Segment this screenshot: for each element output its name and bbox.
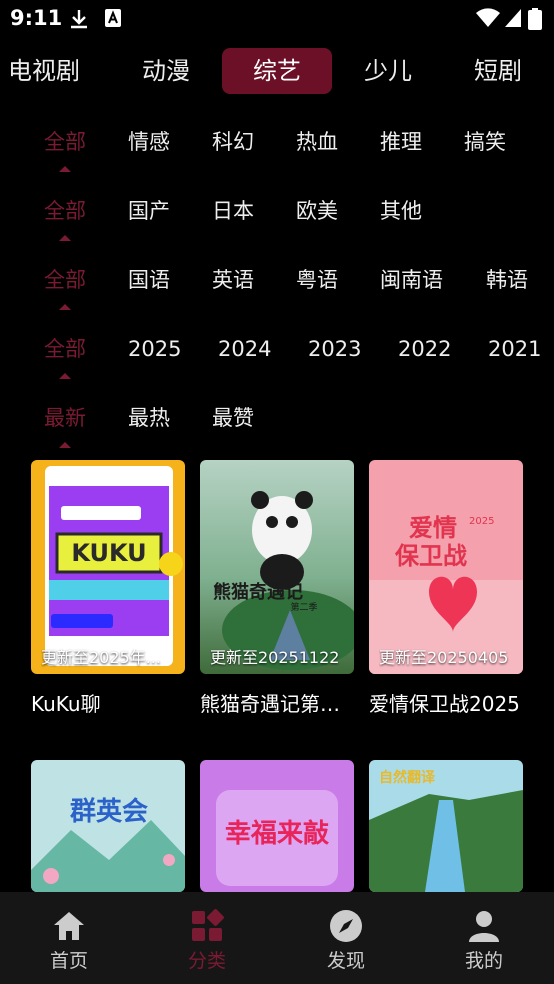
filter-year-2024[interactable]: 2024 bbox=[218, 329, 271, 369]
filter-year-2021[interactable]: 2021 bbox=[488, 329, 541, 369]
svg-text:自然翻译: 自然翻译 bbox=[379, 769, 436, 786]
nav-label: 发现 bbox=[326, 950, 365, 972]
sort-latest[interactable]: 最新 bbox=[44, 398, 86, 438]
poster-image[interactable]: 幸福来敲 bbox=[200, 760, 354, 892]
video-title[interactable]: 爱情保卫战2025 bbox=[369, 688, 523, 717]
wifi-icon bbox=[476, 8, 500, 27]
home-icon bbox=[54, 912, 84, 940]
nav-label: 分类 bbox=[187, 950, 226, 972]
svg-text:保卫战: 保卫战 bbox=[394, 542, 467, 570]
svg-text:第二季: 第二季 bbox=[290, 601, 317, 613]
download-icon bbox=[71, 10, 87, 29]
filter-language-cantonese[interactable]: 粤语 bbox=[296, 260, 338, 300]
video-title[interactable]: KuKu聊 bbox=[31, 688, 185, 717]
poster-image[interactable]: 爱情 保卫战 2025 更新至20250405 bbox=[369, 460, 523, 674]
filter-year-2023[interactable]: 2023 bbox=[308, 329, 361, 369]
filter-genre-scifi[interactable]: 科幻 bbox=[212, 122, 254, 162]
user-icon bbox=[469, 911, 499, 942]
region-filter-row: 全部 国产 日本 欧美 其他 bbox=[0, 191, 554, 251]
svg-text:熊猫奇遇记: 熊猫奇遇记 bbox=[213, 581, 303, 603]
selected-caret-icon bbox=[59, 304, 71, 310]
filter-region-all[interactable]: 全部 bbox=[44, 191, 86, 231]
filter-year-2022[interactable]: 2022 bbox=[398, 329, 451, 369]
poster-image[interactable]: 熊猫奇遇记 第二季 更新至20251122 bbox=[200, 460, 354, 674]
nav-category[interactable]: 分类 bbox=[138, 892, 276, 984]
filter-region-domestic[interactable]: 国产 bbox=[128, 191, 170, 231]
status-bar: 9:11 bbox=[0, 0, 554, 36]
poster-image[interactable]: 自然翻译 bbox=[369, 760, 523, 892]
filter-region-other[interactable]: 其他 bbox=[380, 191, 422, 231]
bottom-navigation: 首页 分类 发现 我的 bbox=[0, 892, 554, 984]
svg-text:2025: 2025 bbox=[469, 516, 494, 527]
selected-caret-icon bbox=[59, 235, 71, 241]
poster-image[interactable]: 群英会 bbox=[31, 760, 185, 892]
language-filter-row: 全部 国语 英语 粤语 闽南语 韩语 bbox=[0, 260, 554, 320]
genre-filter-row: 全部 情感 科幻 热血 推理 搞笑 bbox=[0, 122, 554, 182]
update-status: 更新至20251122 bbox=[210, 648, 340, 667]
sort-hottest[interactable]: 最热 bbox=[128, 398, 170, 438]
nav-profile[interactable]: 我的 bbox=[415, 892, 553, 984]
tab-tv-series[interactable]: 电视剧 bbox=[0, 48, 94, 94]
nav-label: 我的 bbox=[464, 950, 503, 972]
filter-year-2025[interactable]: 2025 bbox=[128, 329, 181, 369]
filter-genre-action[interactable]: 热血 bbox=[296, 122, 338, 162]
update-status: 更新至2025年... bbox=[41, 648, 161, 667]
category-tabs: 电视剧 动漫 综艺 少儿 短剧 bbox=[0, 46, 554, 98]
category-grid-icon bbox=[192, 909, 224, 941]
filter-genre-all[interactable]: 全部 bbox=[44, 122, 86, 162]
selected-caret-icon bbox=[59, 442, 71, 448]
nav-label: 首页 bbox=[49, 950, 88, 972]
battery-icon bbox=[528, 8, 542, 30]
tab-anime[interactable]: 动漫 bbox=[116, 48, 216, 94]
filter-language-korean[interactable]: 韩语 bbox=[486, 260, 528, 300]
tab-variety[interactable]: 综艺 bbox=[222, 48, 332, 94]
tab-kids[interactable]: 少儿 bbox=[338, 48, 438, 94]
sort-most-liked[interactable]: 最赞 bbox=[212, 398, 254, 438]
filter-language-english[interactable]: 英语 bbox=[212, 260, 254, 300]
compass-icon bbox=[330, 910, 362, 942]
year-filter-row: 全部 2025 2024 2023 2022 2021 bbox=[0, 329, 554, 389]
filter-region-japan[interactable]: 日本 bbox=[212, 191, 254, 231]
sort-filter-row: 最新 最热 最赞 bbox=[0, 398, 554, 458]
filter-year-all[interactable]: 全部 bbox=[44, 329, 86, 369]
svg-text:群英会: 群英会 bbox=[69, 797, 148, 827]
filter-genre-romance[interactable]: 情感 bbox=[128, 122, 170, 162]
selected-caret-icon bbox=[59, 373, 71, 379]
filter-genre-comedy[interactable]: 搞笑 bbox=[464, 122, 506, 162]
nav-home[interactable]: 首页 bbox=[0, 892, 138, 984]
update-status: 更新至20250405 bbox=[379, 648, 509, 667]
svg-text:爱情: 爱情 bbox=[409, 514, 457, 542]
filter-region-western[interactable]: 欧美 bbox=[296, 191, 338, 231]
filter-language-all[interactable]: 全部 bbox=[44, 260, 86, 300]
video-title[interactable]: 熊猫奇遇记第二季 bbox=[200, 688, 354, 717]
tab-short-drama[interactable]: 短剧 bbox=[448, 48, 548, 94]
filter-language-minnan[interactable]: 闽南语 bbox=[380, 260, 443, 300]
selected-caret-icon bbox=[59, 166, 71, 172]
text-app-icon bbox=[105, 9, 121, 27]
poster-image[interactable]: KUKU 更新至2025年... bbox=[31, 460, 185, 674]
svg-text:幸福来敲: 幸福来敲 bbox=[225, 818, 329, 849]
nav-discover[interactable]: 发现 bbox=[277, 892, 415, 984]
filter-language-mandarin[interactable]: 国语 bbox=[128, 260, 170, 300]
svg-text:KUKU: KUKU bbox=[71, 539, 146, 567]
status-time: 9:11 bbox=[10, 6, 63, 30]
signal-icon bbox=[505, 9, 521, 27]
filter-genre-mystery[interactable]: 推理 bbox=[380, 122, 422, 162]
